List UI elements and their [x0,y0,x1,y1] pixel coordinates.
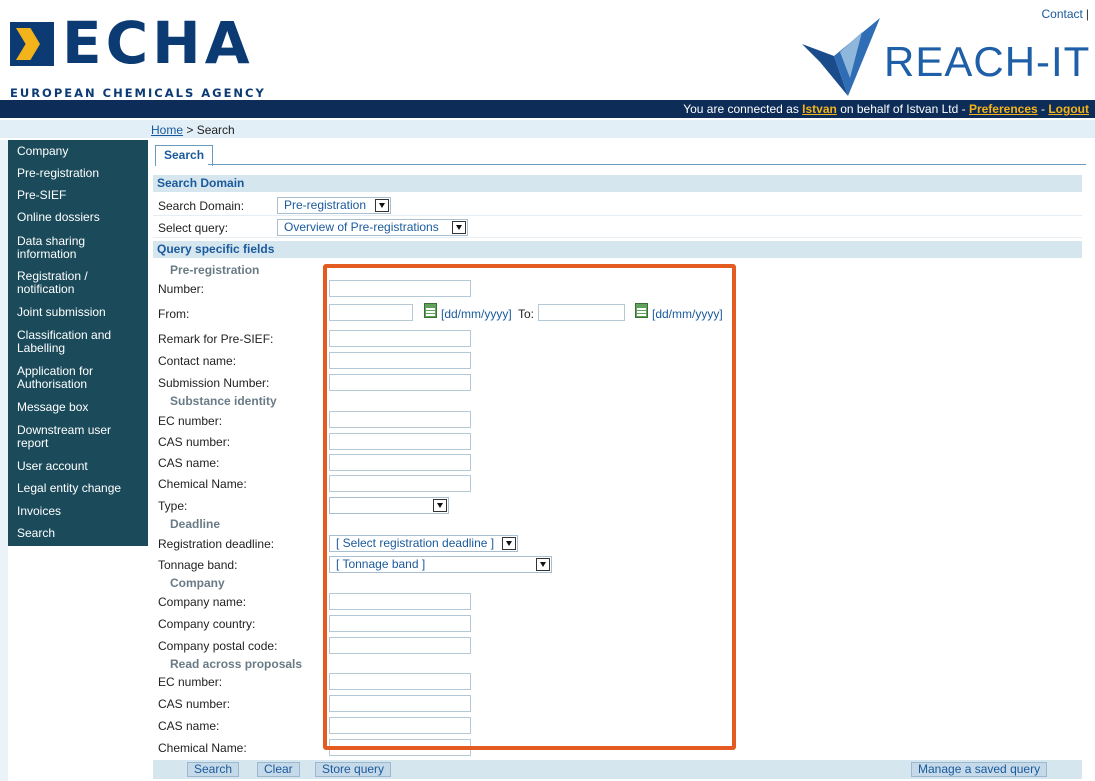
group-read-across: Read across proposals [170,657,303,671]
preferences-link[interactable]: Preferences [969,102,1038,116]
sidebar-item-legal-entity-change[interactable]: Legal entity change [8,482,148,495]
store-query-button[interactable]: Store query [315,762,392,777]
clear-button[interactable]: Clear [257,762,300,777]
select-query-select[interactable]: Overview of Pre-registrations [277,219,468,236]
sidebar-item-user-account[interactable]: User account [8,460,148,473]
header: Contact ECHA EUROPEAN CHEMICALS AGENCY R… [0,0,1095,100]
sidebar-item-authorisation[interactable]: Application for Authorisation [8,365,148,391]
company-name-label: Company name: [158,595,247,609]
sidebar-item-registration[interactable]: Registration / notification [8,270,148,296]
chevron-down-icon [375,199,389,212]
group-pre-registration: Pre-registration [170,263,260,277]
chemical-name-label: Chemical Name: [158,477,247,491]
sidebar-item-search[interactable]: Search [8,527,148,540]
submission-number-label: Submission Number: [158,376,270,390]
search-domain-label: Search Domain: [158,199,245,213]
sidebar-item-joint-submission[interactable]: Joint submission [8,306,148,319]
sidebar-item-pre-registration[interactable]: Pre-registration [8,167,148,180]
tonnage-band-label: Tonnage band: [158,558,238,572]
user-link[interactable]: Istvan [802,102,837,116]
sidebar-item-company[interactable]: Company [8,145,148,158]
tab-search[interactable]: Search [155,145,214,166]
breadcrumb: Home > Search [151,123,235,137]
reach-it-logo-icon [802,18,880,96]
search-domain-select[interactable]: Pre-registration [277,197,391,214]
ra-cas-name-label: CAS name: [158,719,220,733]
ra-chemical-name-label: Chemical Name: [158,741,247,755]
echa-logo-subtitle: EUROPEAN CHEMICALS AGENCY [10,86,266,100]
reach-it-logo[interactable]: REACH-IT [800,18,1090,98]
sidebar-item-classification[interactable]: Classification and Labelling [8,329,148,355]
logout-link[interactable]: Logout [1048,102,1089,116]
left-margin-strip [0,140,8,781]
cas-number-label: CAS number: [158,435,231,449]
select-query-label: Select query: [158,221,229,235]
group-company: Company [170,576,225,590]
echa-logo-icon [10,22,54,66]
sidebar-item-pre-sief[interactable]: Pre-SIEF [8,189,148,202]
number-label: Number: [158,282,205,296]
contact-name-label: Contact name: [158,354,237,368]
sidebar: Company Pre-registration Pre-SIEF Online… [8,140,148,546]
sidebar-item-data-sharing[interactable]: Data sharing information [8,235,148,261]
echa-logo[interactable]: ECHA EUROPEAN CHEMICALS AGENCY [10,12,310,100]
connection-middle: on behalf of Istvan Ltd - [836,102,969,116]
remark-label: Remark for Pre-SIEF: [158,332,274,346]
breadcrumb-current: Search [196,123,235,137]
group-deadline: Deadline [170,517,221,531]
sidebar-item-invoices[interactable]: Invoices [8,505,148,518]
registration-deadline-label: Registration deadline: [158,537,275,551]
sidebar-item-online-dossiers[interactable]: Online dossiers [8,211,148,224]
search-button[interactable]: Search [187,762,240,777]
breadcrumb-bar: Home > Search [0,120,1095,138]
reach-it-logo-title: REACH-IT [884,38,1091,85]
cas-name-label: CAS name: [158,456,220,470]
query-fields-header: Query specific fields [153,241,1082,258]
sidebar-item-message-box[interactable]: Message box [8,401,148,414]
chevron-down-icon [452,221,466,234]
company-country-label: Company country: [158,617,256,631]
ra-ec-number-label: EC number: [158,675,223,689]
breadcrumb-home-link[interactable]: Home [151,123,183,137]
type-label: Type: [158,499,188,513]
from-label: From: [158,307,190,321]
breadcrumb-separator: > [183,123,197,137]
manage-saved-query-button[interactable]: Manage a saved query [911,762,1048,777]
connection-sep: - [1037,102,1049,116]
tab-underline [208,164,1086,165]
ra-cas-number-label: CAS number: [158,697,231,711]
search-domain-header: Search Domain [153,175,1082,192]
connection-info: You are connected as Istvan on behalf of… [683,102,1089,116]
group-substance-identity: Substance identity [170,394,277,408]
select-query-value: Overview of Pre-registrations [284,220,439,234]
sidebar-item-downstream-report[interactable]: Downstream user report [8,424,148,450]
echa-logo-title: ECHA [62,9,254,77]
connection-prefix: You are connected as [683,102,803,116]
ec-number-label: EC number: [158,414,223,428]
company-postal-label: Company postal code: [158,639,278,653]
search-domain-value: Pre-registration [284,198,367,212]
highlight-box [323,264,736,750]
session-bar: You are connected as Istvan on behalf of… [0,100,1095,118]
